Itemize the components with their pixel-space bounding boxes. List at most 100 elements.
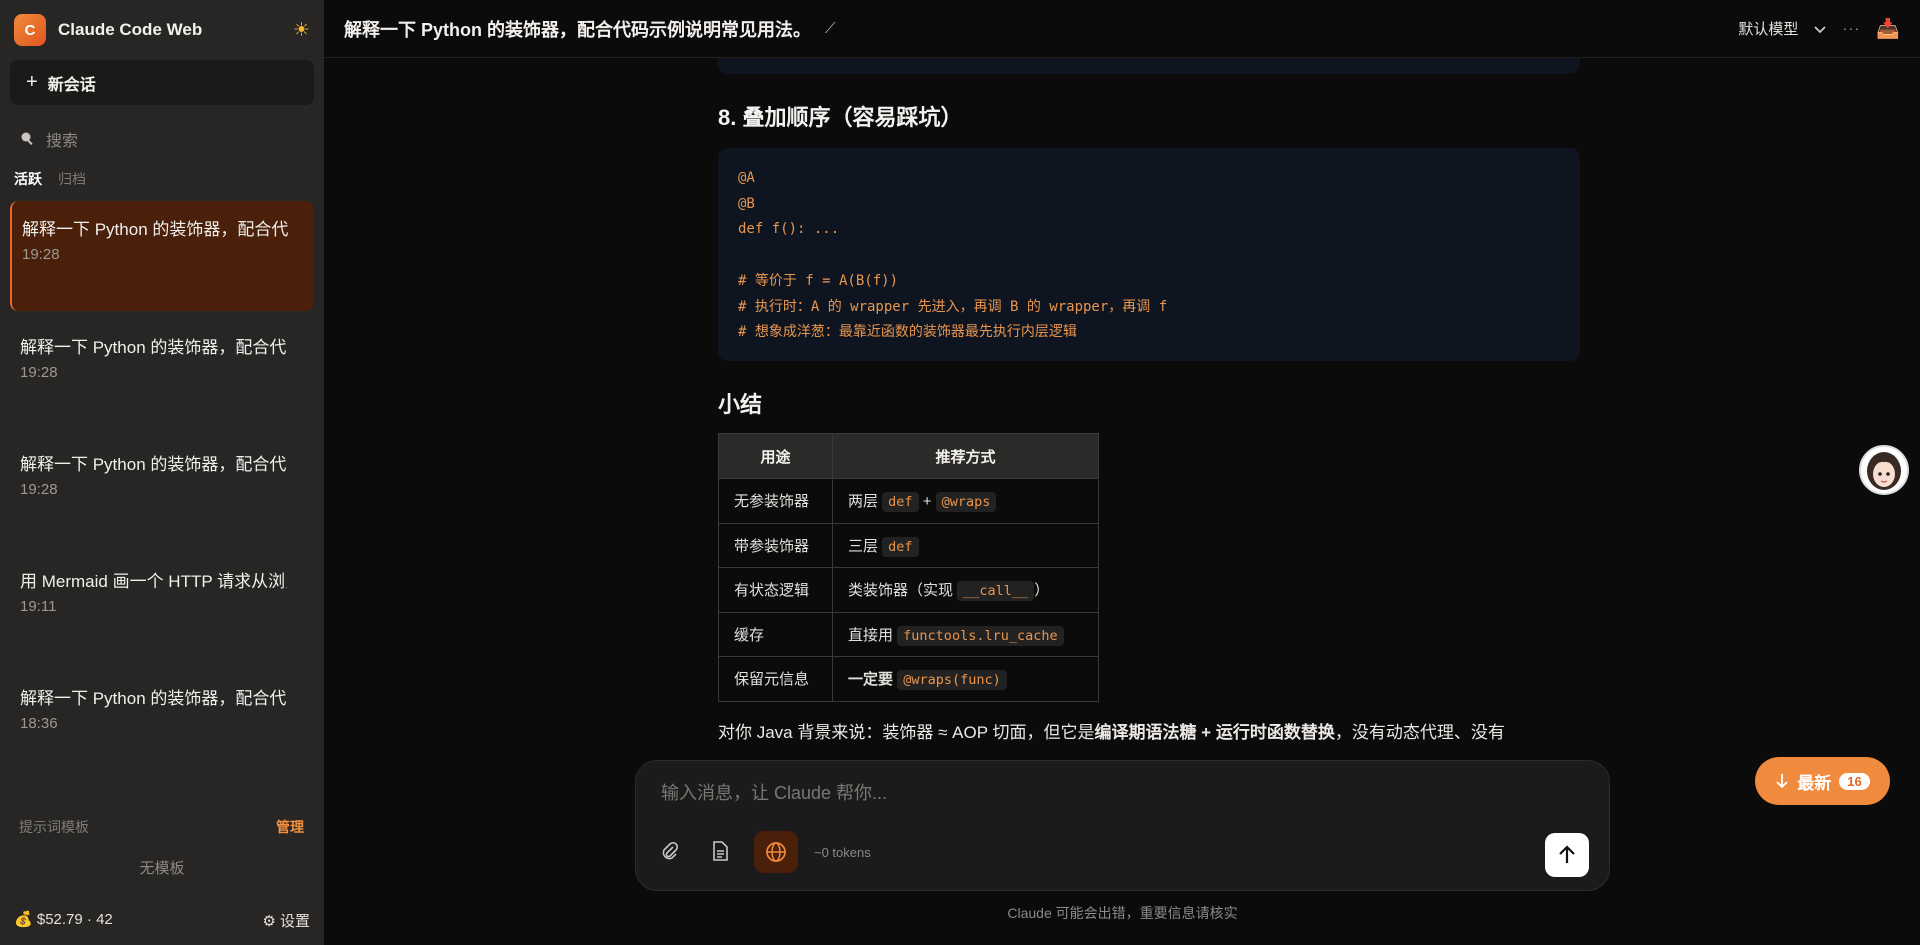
gear-icon: ⚙ [262,913,276,930]
table-row: 有状态逻辑 类装饰器（实现 __call__） [718,567,1099,613]
inline-code: def [882,536,919,557]
method-text: 直接用 [848,626,898,644]
section-heading: 8. 叠加顺序（容易踩坑） [718,105,963,130]
conversation-tabs: 活跃 归档 [0,159,324,197]
model-label: 默认模型 [1738,21,1799,38]
arrow-down-icon [1776,774,1788,789]
method-text: 两层 [848,493,883,511]
assistant-avatar[interactable] [1859,445,1909,495]
disclaimer-text: Claude 可能会出错，重要信息请核实 [1007,905,1238,921]
conversation-time: 19:11 [20,598,57,615]
sun-icon[interactable]: ☀ [293,19,310,42]
sidebar-footer: 💰 $52.79 · 42 ⚙ 设置 [14,910,310,931]
model-selector[interactable]: 默认模型 [1738,18,1798,39]
table-cell-method: 三层 def [832,522,1099,568]
templates-label: 提示词模板 [19,819,89,835]
conversation-item[interactable]: 解释一下 Python 的装饰器，配合代码示例说明常见用法。 19:28 [10,319,314,428]
method-text: 类装饰器（实现 [848,582,958,600]
sidebar: C Claude Code Web ☀ + 新会话 搜索 活跃 归档 解释一下 … [0,0,324,945]
summary-heading: 小结 [718,392,763,417]
inbox-icon[interactable]: 📥 [1876,17,1900,41]
summary-table: 用途 推荐方式 无参装饰器 两层 def + @wraps 带参装饰器 三层 d… [718,433,1099,702]
message-input[interactable] [661,783,1561,804]
latest-label: 最新 [1797,773,1832,793]
table-header-row: 用途 推荐方式 [718,433,1099,479]
new-chat-button[interactable]: + 新会话 [10,60,314,105]
conversation-title: 解释一下 Python 的装饰器，配合代码示例说明常见用法。 [20,338,287,357]
table-cell-method: 两层 def + @wraps [832,478,1099,524]
arrow-up-icon [1559,845,1575,863]
brand-title: Claude Code Web [58,20,203,39]
conversation-title: 解释一下 Python 的装饰器，配合代码示例说明常见用法。 [20,455,287,474]
conversation-item[interactable]: 用 Mermaid 画一个 HTTP 请求从浏览器到服务器的流程图 19:11 [10,553,314,662]
conversation-time: 18:36 [20,715,58,732]
table-cell-method: 一定要 @wraps(func) [832,656,1099,702]
conversation-title: 解释一下 Python 的装饰器，配合代码示例说明常见用法。 [22,220,289,239]
globe-icon[interactable] [754,831,798,873]
table-row: 无参装饰器 两层 def + @wraps [718,478,1099,524]
templates-empty: 无模板 [139,860,185,877]
plus-icon: + [26,71,38,93]
inline-code: def [882,492,919,513]
paperclip-icon[interactable] [652,833,688,869]
chevron-down-icon[interactable] [1814,21,1826,37]
conversation-title: 用 Mermaid 画一个 HTTP 请求从浏览器到服务器的流程图 [20,572,287,591]
table-cell-method: 直接用 functools.lru_cache [832,611,1099,657]
templates-header: 提示词模板 管理 [19,817,304,837]
conversation-title: 解释一下 Python 的装饰器，配合代码示例说明常见用法。 [20,689,287,708]
tab-archived[interactable]: 归档 [58,169,86,197]
topbar-actions: 默认模型 ··· 📥 [1738,17,1900,41]
message-composer: ~0 tokens [635,760,1610,891]
scroll-to-latest-button[interactable]: 最新 16 [1755,757,1890,805]
token-counter: ~0 tokens [814,845,871,860]
inline-code: @wraps(func) [897,670,1007,691]
table-header-cell: 用途 [718,433,833,479]
paragraph-text: 对你 Java 背景来说：装饰器 ≈ AOP 切面，但它是 [718,722,1095,742]
topbar: 解释一下 Python 的装饰器，配合代码示例说明常见用法。 ⟋ 默认模型 ··… [324,0,1920,58]
table-cell-use: 保留元信息 [718,656,833,702]
conversation-item[interactable]: 解释一下 Python 的装饰器，配合代码示例说明常见用法。 18:36 [10,670,314,779]
method-text: 三层 [848,537,883,555]
cost-text: $52.79 · 42 [36,911,113,928]
money-bag-icon: 💰 [14,911,33,928]
method-text: + [918,493,936,511]
conversation-item[interactable]: 解释一下 Python 的装饰器，配合代码示例说明常见用法。 19:28 [10,201,314,311]
code-block: @A @B def f(): ... # 等价于 f = A(B(f)) # 执… [718,148,1580,361]
table-row: 缓存 直接用 functools.lru_cache [718,611,1099,657]
cost-display: 💰 $52.79 · 42 [14,910,113,931]
paragraph: 对你 Java 背景来说：装饰器 ≈ AOP 切面，但它是编译期语法糖 + 运行… [718,718,1580,744]
settings-button[interactable]: ⚙ 设置 [262,910,310,931]
method-bold-text: 一定要 [848,671,894,689]
table-cell-use: 缓存 [718,611,833,657]
brand-logo: C [14,14,46,46]
document-icon[interactable] [702,833,738,869]
settings-label: 设置 [279,913,310,930]
previous-code-block [718,58,1580,74]
conversation-item[interactable]: 解释一下 Python 的装饰器，配合代码示例说明常见用法。 19:28 [10,436,314,545]
table-cell-method: 类装饰器（实现 __call__） [832,567,1099,613]
method-text: ） [1034,582,1050,600]
paragraph-text: ，没有动态代理、没有 [1334,722,1505,742]
table-row: 保留元信息 一定要 @wraps(func) [718,656,1099,702]
inline-code: __call__ [957,581,1035,602]
new-chat-label: 新会话 [47,76,96,94]
templates-manage-link[interactable]: 管理 [276,817,304,837]
search-placeholder: 搜索 [46,133,79,150]
table-row: 带参装饰器 三层 def [718,522,1099,568]
conversation-time: 19:28 [22,246,60,263]
table-cell-use: 有状态逻辑 [718,567,833,613]
table-cell-use: 无参装饰器 [718,478,833,524]
send-button[interactable] [1545,833,1589,877]
conversation-title-header: 解释一下 Python 的装饰器，配合代码示例说明常见用法。 [344,19,811,40]
conversation-time: 19:28 [20,364,58,381]
magic-wand-icon[interactable]: ⟋ [825,20,836,37]
message-content: 8. 叠加顺序（容易踩坑） @A @B def f(): ... # 等价于 f… [718,58,1580,744]
table-header-cell: 推荐方式 [832,433,1099,479]
table-cell-use: 带参装饰器 [718,522,833,568]
tab-active[interactable]: 活跃 [14,169,42,197]
more-options-icon[interactable]: ··· [1842,20,1860,37]
unread-count-badge: 16 [1839,772,1870,790]
search-input[interactable]: 搜索 [0,119,324,159]
paragraph-bold: 编译期语法糖 + 运行时函数替换 [1094,722,1335,742]
inline-code: functools.lru_cache [897,625,1064,646]
